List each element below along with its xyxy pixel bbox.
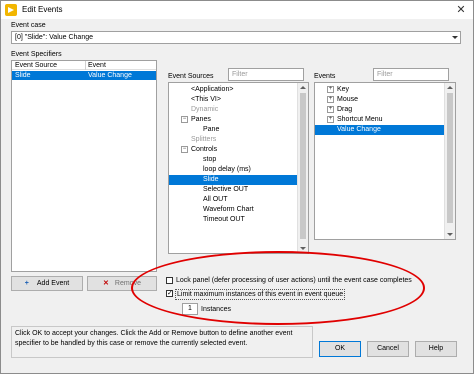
tree-item-label: Slide: [203, 176, 219, 183]
add-event-button[interactable]: + Add Event: [11, 276, 83, 291]
tree-item-label: Mouse: [337, 96, 359, 103]
event-case-dropdown[interactable]: [0] "Slide": Value Change: [11, 31, 461, 44]
event-sources-label: Event Sources: [168, 73, 214, 80]
tree-item[interactable]: Pane: [169, 125, 297, 135]
help-text: Click OK to accept your changes. Click t…: [11, 326, 313, 358]
tree-item[interactable]: Selective OUT: [169, 185, 297, 195]
tree-item-label: Waveform Chart: [203, 206, 254, 213]
event-sources-scrollbar[interactable]: [297, 83, 308, 253]
remove-x-icon: ✕: [103, 280, 109, 287]
cancel-button[interactable]: Cancel: [367, 341, 409, 357]
tree-item-label: Drag: [337, 106, 353, 113]
tree-item-label: stop: [203, 156, 217, 163]
tree-item-label: Splitters: [191, 136, 217, 143]
tree-item[interactable]: <This VI>: [169, 95, 297, 105]
tree-item[interactable]: + Drag: [315, 105, 444, 115]
tree-item-label: Controls: [191, 146, 218, 153]
close-icon[interactable]: ✕: [453, 3, 469, 17]
table-row[interactable]: Slide Value Change: [12, 71, 156, 80]
tree-item-label: Key: [337, 86, 350, 93]
events-filter[interactable]: Filter: [373, 68, 449, 81]
tree-item[interactable]: Splitters: [169, 135, 297, 145]
scroll-up-icon[interactable]: [447, 86, 453, 89]
scroll-down-icon[interactable]: [447, 233, 453, 236]
tree-item[interactable]: − Panes: [169, 115, 297, 125]
add-event-label: Add Event: [36, 280, 70, 287]
tree-item[interactable]: Waveform Chart: [169, 205, 297, 215]
row-event: Value Change: [88, 72, 132, 79]
tree-item[interactable]: + Key: [315, 85, 444, 95]
column-event-source[interactable]: Event Source: [15, 61, 57, 70]
chevron-down-icon[interactable]: [450, 32, 459, 43]
scroll-down-icon[interactable]: [300, 247, 306, 250]
tree-item-label: Shortcut Menu: [337, 116, 383, 123]
window-title: Edit Events: [22, 5, 63, 14]
scroll-thumb[interactable]: [447, 93, 453, 223]
event-case-selected: [0] "Slide": Value Change: [15, 34, 94, 41]
tree-item-label: Pane: [203, 126, 220, 133]
tree-item-label: Value Change: [337, 126, 381, 133]
tree-item-label: Panes: [191, 116, 211, 123]
expand-plus-icon[interactable]: +: [327, 106, 334, 113]
tree-item[interactable]: loop delay (ms): [169, 165, 297, 175]
events-items: + Key + Mouse + Drag + Shortcut Menu Value Chang…: [315, 83, 444, 239]
title-bar: Edit Events ✕: [1, 1, 473, 19]
expand-plus-icon[interactable]: +: [327, 116, 334, 123]
tree-item-label: Timeout OUT: [203, 216, 245, 223]
expand-plus-icon[interactable]: +: [327, 96, 334, 103]
tree-item[interactable]: stop: [169, 155, 297, 165]
event-sources-tree[interactable]: <Application> <This VI> Dynamic − Panes Pane S…: [168, 82, 309, 254]
events-scrollbar[interactable]: [444, 83, 455, 239]
specifiers-header: Event Source Event: [12, 61, 156, 70]
events-label: Events: [314, 73, 336, 80]
tree-item[interactable]: Value Change: [315, 125, 444, 135]
expand-plus-icon[interactable]: +: [327, 86, 334, 93]
column-event[interactable]: Event: [88, 61, 106, 70]
tree-item-label: <Application>: [191, 86, 234, 93]
event-sources-filter[interactable]: Filter: [228, 68, 304, 81]
events-tree[interactable]: + Key + Mouse + Drag + Shortcut Menu Value Chang…: [314, 82, 456, 240]
tree-item-label: Dynamic: [191, 106, 219, 113]
row-event-source: Slide: [15, 72, 31, 79]
tree-item[interactable]: Slide: [169, 175, 297, 185]
annotation-oval: [131, 251, 425, 325]
tree-item[interactable]: + Shortcut Menu: [315, 115, 444, 125]
edit-events-dialog: Edit Events ✕ Event case [0] "Slide": Va…: [0, 0, 474, 374]
event-case-label: Event case: [11, 22, 46, 29]
labview-app-icon: [5, 4, 17, 16]
event-specifiers-label: Event Specifiers: [11, 51, 62, 58]
tree-item[interactable]: − Controls: [169, 145, 297, 155]
column-divider: [85, 61, 86, 70]
tree-item[interactable]: All OUT: [169, 195, 297, 205]
tree-item[interactable]: <Application>: [169, 85, 297, 95]
event-specifiers-list[interactable]: Event Source Event Slide Value Change: [11, 60, 157, 272]
collapse-minus-icon[interactable]: −: [181, 116, 188, 123]
scroll-up-icon[interactable]: [300, 86, 306, 89]
collapse-minus-icon[interactable]: −: [181, 146, 188, 153]
tree-item-label: All OUT: [203, 196, 228, 203]
help-button[interactable]: Help: [415, 341, 457, 357]
ok-button[interactable]: OK: [319, 341, 361, 357]
tree-item-label: <This VI>: [191, 96, 221, 103]
tree-item[interactable]: + Mouse: [315, 95, 444, 105]
tree-item[interactable]: Dynamic: [169, 105, 297, 115]
plus-icon: +: [24, 280, 29, 287]
scroll-thumb[interactable]: [300, 93, 306, 239]
tree-item[interactable]: Timeout OUT: [169, 215, 297, 225]
tree-item-label: Selective OUT: [203, 186, 249, 193]
event-sources-items: <Application> <This VI> Dynamic − Panes Pane S…: [169, 83, 297, 253]
tree-item-label: loop delay (ms): [203, 166, 251, 173]
